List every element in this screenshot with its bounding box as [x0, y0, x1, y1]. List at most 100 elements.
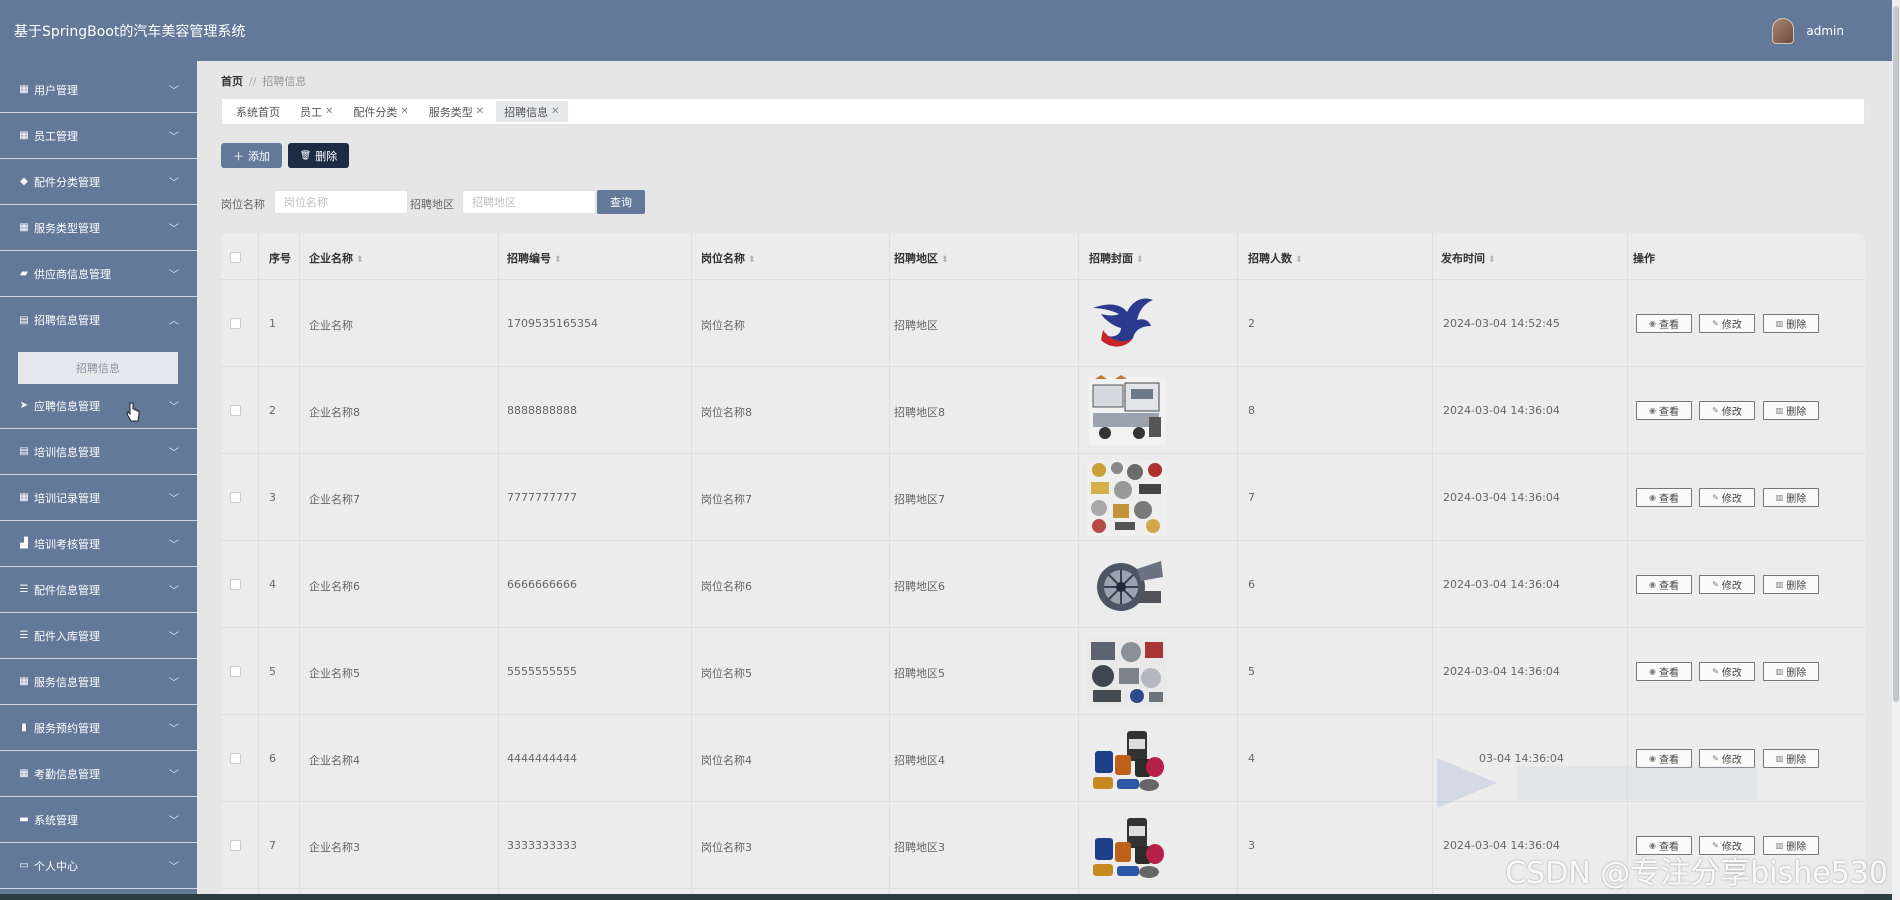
add-button-label: 添加	[248, 149, 270, 163]
hand-cursor-icon	[126, 402, 140, 422]
sidebar-item-training-record[interactable]: ▦ 培训记录管理 ﹀	[0, 475, 197, 521]
page-scrollbar[interactable]	[1892, 0, 1900, 900]
column-header-code[interactable]: 招聘编号 ⬍	[507, 250, 562, 266]
edit-button[interactable]: ✎ 修改	[1699, 401, 1755, 420]
sort-icon[interactable]: ⬍	[1295, 255, 1303, 265]
column-header-company[interactable]: 企业名称 ⬍	[309, 250, 364, 266]
tab-label: 系统首页	[236, 105, 280, 119]
view-label: 查看	[1658, 581, 1679, 592]
avatar[interactable]	[1772, 18, 1795, 44]
view-button[interactable]: ◉ 查看	[1636, 488, 1692, 507]
query-button[interactable]: 查询	[597, 190, 645, 214]
sidebar-item-supplier[interactable]: ▰ 供应商信息管理 ﹀	[0, 251, 197, 297]
close-icon[interactable]: ✕	[551, 106, 559, 117]
scrollbar-thumb[interactable]	[1893, 6, 1899, 702]
table-row: 3 企业名称7 7777777777 岗位名称7 招聘地区7 7 2024-03…	[221, 454, 1865, 541]
submenu-recruitment-info[interactable]: 招聘信息	[18, 352, 178, 384]
position-input[interactable]	[274, 190, 408, 214]
thumb-icon: ▟	[20, 538, 28, 549]
region-input[interactable]	[462, 190, 596, 214]
tab-service-type[interactable]: 服务类型 ✕	[421, 101, 492, 122]
sidebar-item-part-category[interactable]: ◆ 配件分类管理 ﹀	[0, 159, 197, 205]
cell-code: 7777777777	[507, 491, 577, 504]
sort-icon[interactable]: ⬍	[941, 255, 949, 265]
sidebar-item-service-booking[interactable]: ▮ 服务预约管理 ﹀	[0, 705, 197, 751]
select-all-checkbox[interactable]	[230, 252, 241, 263]
column-header-position[interactable]: 岗位名称 ⬍	[701, 250, 756, 266]
add-button[interactable]: ＋ 添加	[221, 143, 282, 168]
sort-icon[interactable]: ⬍	[554, 255, 562, 265]
row-checkbox[interactable]	[230, 840, 241, 851]
view-button[interactable]: ◉ 查看	[1636, 314, 1692, 333]
delete-row-button[interactable]: ▥ 删除	[1763, 488, 1819, 507]
chevron-down-icon: ﹀	[169, 224, 179, 235]
cell-seq: 5	[269, 665, 276, 678]
sidebar-item-recruitment[interactable]: ▤ 招聘信息管理 ︿	[0, 297, 197, 343]
sidebar-item-attendance[interactable]: ▦ 考勤信息管理 ﹀	[0, 751, 197, 797]
delete-row-button[interactable]: ▥ 删除	[1763, 314, 1819, 333]
delete-button[interactable]: 🗑 删除	[288, 143, 349, 168]
close-icon[interactable]: ✕	[400, 106, 408, 117]
sort-icon[interactable]: ⬍	[356, 255, 364, 265]
cell-seq: 7	[269, 839, 276, 852]
sidebar-item-service-type[interactable]: ▦ 服务类型管理 ﹀	[0, 205, 197, 251]
row-checkbox[interactable]	[230, 753, 241, 764]
delete-label: 删除	[1786, 320, 1807, 331]
close-icon[interactable]: ✕	[476, 106, 484, 117]
sort-icon[interactable]: ⬍	[748, 255, 756, 265]
edit-icon: ✎	[1712, 319, 1719, 328]
tab-recruitment[interactable]: 招聘信息 ✕	[496, 101, 568, 122]
tab-part-category[interactable]: 配件分类 ✕	[345, 101, 416, 122]
tab-staff[interactable]: 员工 ✕	[292, 101, 341, 122]
close-icon[interactable]: ✕	[325, 106, 333, 117]
edit-button[interactable]: ✎ 修改	[1699, 575, 1755, 594]
sidebar-item-profile[interactable]: ▭ 个人中心 ﹀	[0, 843, 197, 889]
delete-row-button[interactable]: ▥ 删除	[1763, 401, 1819, 420]
row-checkbox[interactable]	[230, 579, 241, 590]
tab-label: 招聘信息	[504, 105, 549, 119]
delete-row-button[interactable]: ▥ 删除	[1763, 575, 1819, 594]
cell-position: 岗位名称6	[701, 580, 752, 593]
sidebar-item-user[interactable]: ▦ 用户管理 ﹀	[0, 67, 197, 113]
row-checkbox[interactable]	[230, 492, 241, 503]
sidebar-item-training-assessment[interactable]: ▟ 培训考核管理 ﹀	[0, 521, 197, 567]
row-checkbox[interactable]	[230, 318, 241, 329]
sidebar-item-training-info[interactable]: ▤ 培训信息管理 ﹀	[0, 429, 197, 475]
delete-row-button[interactable]: ▥ 删除	[1763, 662, 1819, 681]
table-row: 1 企业名称 1709535165354 岗位名称 招聘地区 2 2024-03…	[221, 280, 1865, 367]
sidebar-item-part-stock[interactable]: ☰ 配件入库管理 ﹀	[0, 613, 197, 659]
column-header-cover[interactable]: 招聘封面 ⬍	[1089, 250, 1144, 266]
tab-home[interactable]: 系统首页	[228, 101, 288, 122]
sidebar-item-service-info[interactable]: ▦ 服务信息管理 ﹀	[0, 659, 197, 705]
edit-button[interactable]: ✎ 修改	[1699, 662, 1755, 681]
view-button[interactable]: ◉ 查看	[1636, 575, 1692, 594]
grid-icon: ▦	[19, 130, 29, 141]
column-header-region[interactable]: 招聘地区 ⬍	[894, 250, 949, 266]
table-icon: ▤	[19, 446, 29, 457]
breadcrumb-home[interactable]: 首页	[221, 75, 243, 88]
sort-icon[interactable]: ⬍	[1488, 255, 1496, 265]
cell-company: 企业名称4	[309, 754, 360, 767]
sidebar-item-label: 服务预约管理	[34, 721, 100, 735]
delete-row-button[interactable]: ▥ 删除	[1763, 749, 1819, 768]
row-checkbox[interactable]	[230, 666, 241, 677]
sidebar-item-system[interactable]: ▬ 系统管理 ﹀	[0, 797, 197, 843]
sidebar-item-part-info[interactable]: ☰ 配件信息管理 ﹀	[0, 567, 197, 613]
sort-icon[interactable]: ⬍	[1136, 255, 1144, 265]
view-button[interactable]: ◉ 查看	[1636, 401, 1692, 420]
view-button[interactable]: ◉ 查看	[1636, 662, 1692, 681]
user-name[interactable]: admin	[1806, 24, 1844, 38]
sidebar-item-staff[interactable]: ▦ 员工管理 ﹀	[0, 113, 197, 159]
user-menu[interactable]: admin	[1772, 18, 1844, 44]
sidebar-item-label: 服务类型管理	[34, 221, 100, 235]
cell-code: 4444444444	[507, 752, 577, 765]
taskbar-strip	[0, 894, 1892, 900]
row-checkbox[interactable]	[230, 405, 241, 416]
column-header-time[interactable]: 发布时间 ⬍	[1441, 250, 1496, 266]
send-icon: ➤	[19, 400, 29, 411]
breadcrumb: 首页 // 招聘信息	[221, 73, 306, 89]
edit-button[interactable]: ✎ 修改	[1699, 488, 1755, 507]
sidebar-item-application[interactable]: ➤ 应聘信息管理 ﹀	[0, 383, 197, 429]
column-header-count[interactable]: 招聘人数 ⬍	[1248, 250, 1303, 266]
edit-button[interactable]: ✎ 修改	[1699, 314, 1755, 333]
